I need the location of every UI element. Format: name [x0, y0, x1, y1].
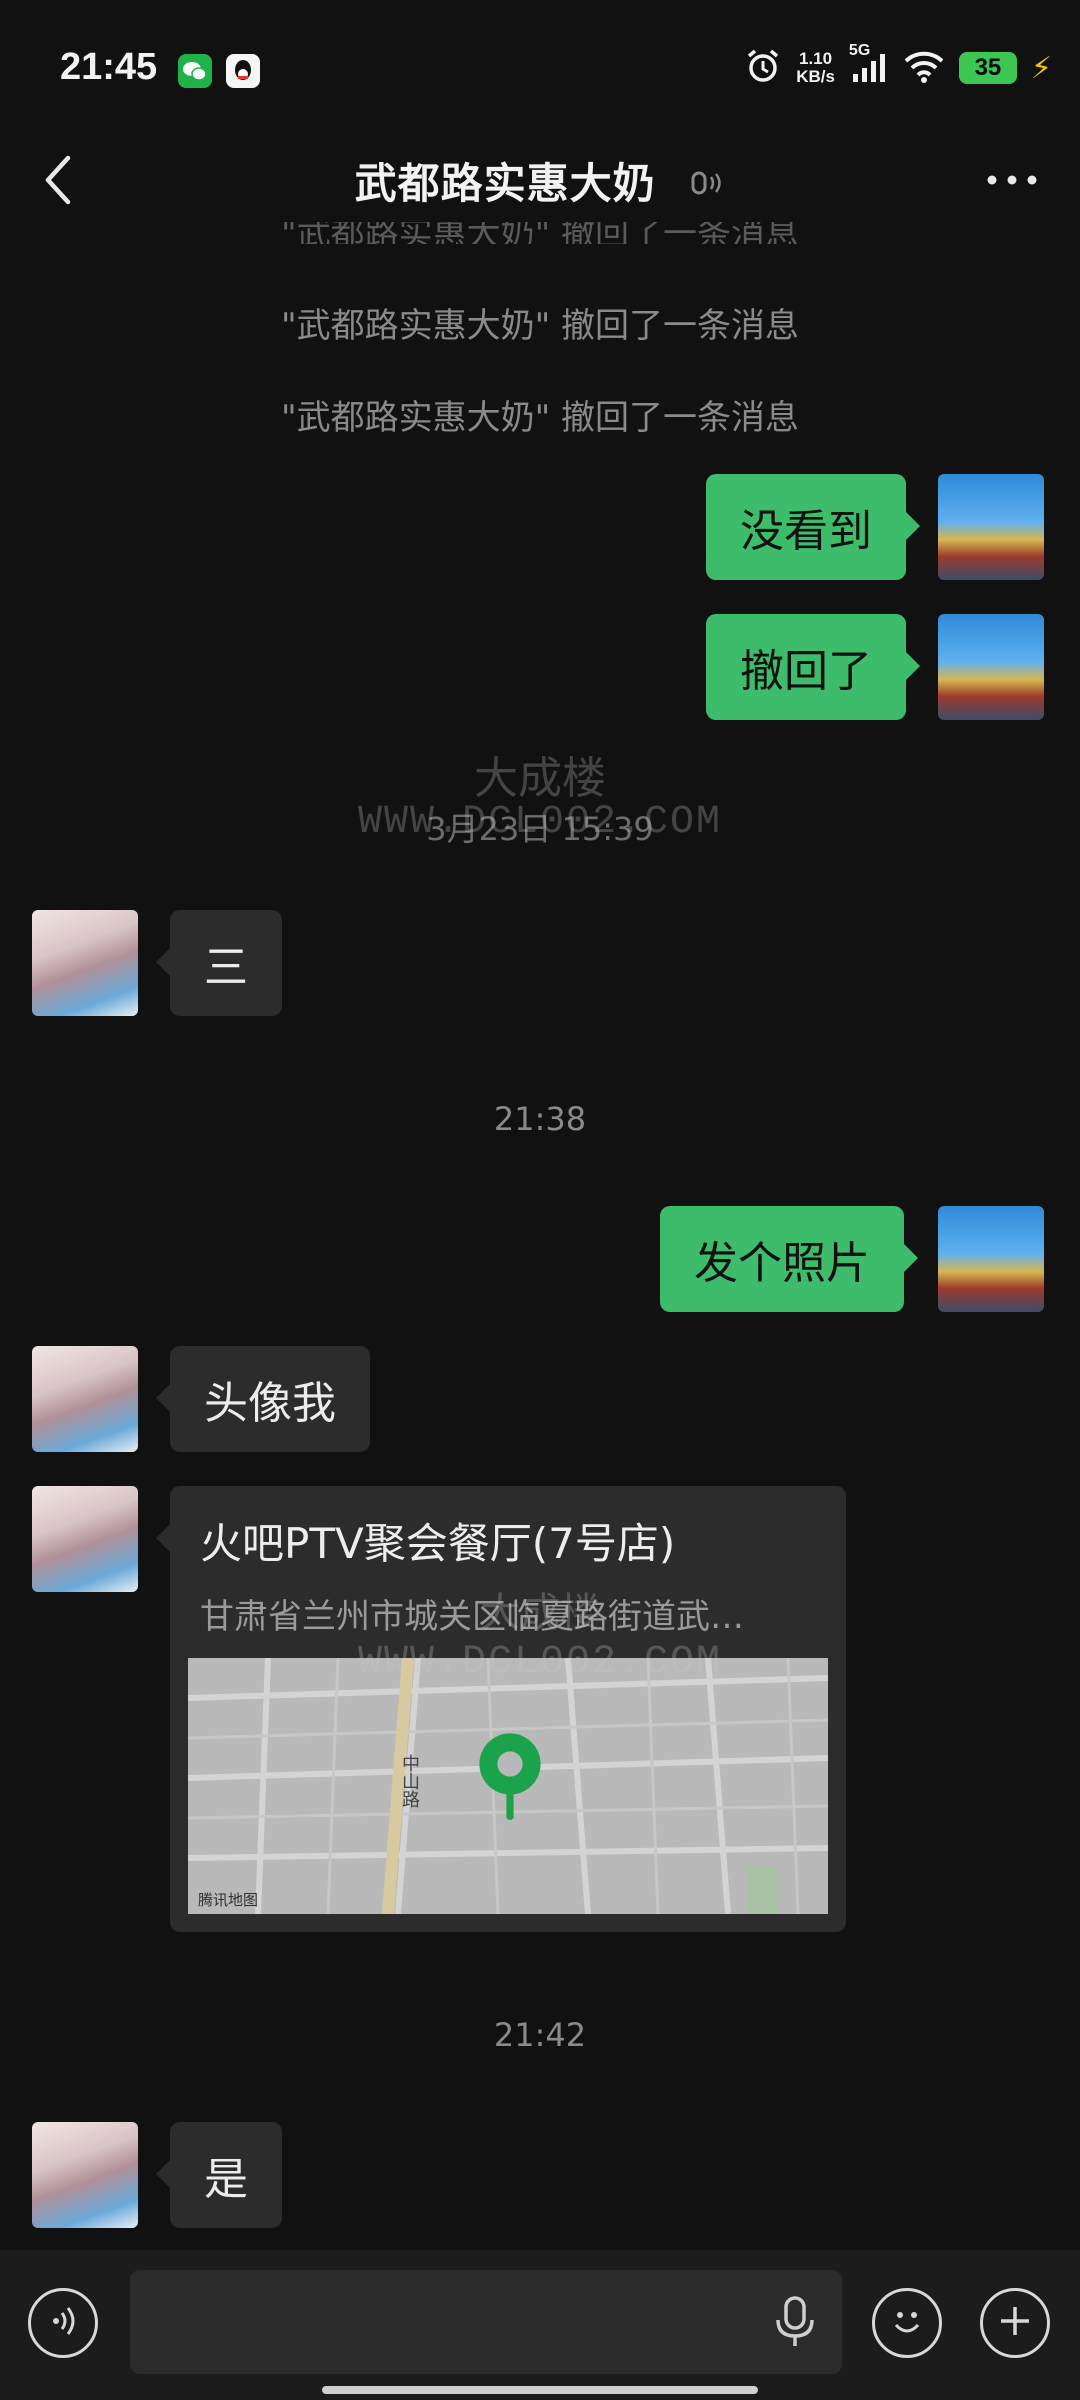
signal-icon: 5G	[849, 42, 889, 90]
watermark-url: WWW.DCL002.COM	[357, 1640, 723, 1685]
my-avatar[interactable]	[938, 1206, 1044, 1312]
received-message-bubble[interactable]: 是	[156, 2122, 282, 2228]
network-type: 5G	[848, 42, 871, 59]
message-text: 发个照片	[694, 1238, 870, 1289]
charging-bolt-icon: ⚡	[1030, 50, 1052, 86]
network-speed-value: 1.10	[799, 49, 833, 68]
message-text: 三	[204, 942, 248, 993]
contact-avatar[interactable]	[32, 1486, 138, 1592]
microphone-button[interactable]	[772, 2294, 818, 2350]
map-graphic	[188, 1658, 828, 1914]
location-map-preview[interactable]: 中山路 腾讯地图	[188, 1658, 828, 1914]
wechat-notification-icon	[178, 54, 212, 88]
emoji-button[interactable]	[872, 2288, 942, 2358]
status-indicators: 1.10 KB/s 5G 35 ⚡	[744, 42, 1052, 90]
voice-mode-icon	[43, 2301, 83, 2345]
more-dots-icon	[982, 175, 1042, 204]
received-message-bubble[interactable]: 头像我	[156, 1346, 370, 1452]
map-street-label: 中山路	[399, 1754, 420, 1808]
battery-indicator: 35	[958, 52, 1017, 84]
watermark-url: WWW.DCL002.COM	[357, 800, 723, 845]
more-options-button[interactable]	[982, 160, 1042, 200]
watermark-text: 大成楼	[480, 1590, 600, 1636]
plus-icon	[995, 2301, 1035, 2345]
contact-avatar[interactable]	[32, 2122, 138, 2228]
location-name: 火吧PTV聚会餐厅(7号店)	[200, 1519, 676, 1568]
watermark-text: 大成楼	[474, 753, 606, 804]
my-avatar[interactable]	[938, 614, 1044, 720]
speaker-muted-icon	[689, 162, 725, 211]
message-text: 撤回了	[740, 646, 872, 697]
network-speed: 1.10 KB/s	[796, 50, 835, 86]
more-functions-button[interactable]	[980, 2288, 1050, 2358]
received-message-bubble[interactable]: 三	[156, 910, 282, 1016]
qq-notification-icon	[226, 54, 260, 88]
status-time: 21:45	[60, 46, 158, 88]
message-text: 头像我	[204, 1378, 336, 1429]
sent-message-bubble[interactable]: 发个照片	[660, 1206, 918, 1312]
chat-title-text: 武都路实惠大奶	[354, 159, 656, 208]
message-text: 是	[204, 2154, 248, 2205]
timestamp: 21:38	[493, 1100, 587, 1138]
my-avatar[interactable]	[938, 474, 1044, 580]
alarm-icon	[744, 47, 782, 89]
recall-notice-partial: "武都路实惠大奶" 撤回了一条消息	[280, 222, 800, 244]
microphone-icon	[772, 2296, 818, 2354]
message-text: 没看到	[740, 506, 872, 557]
contact-avatar[interactable]	[32, 910, 138, 1016]
recall-notice: "武都路实惠大奶" 撤回了一条消息	[280, 306, 800, 346]
map-credit: 腾讯地图	[198, 1891, 259, 1909]
voice-mode-button[interactable]	[28, 2288, 98, 2358]
sent-message-bubble[interactable]: 没看到	[706, 474, 920, 580]
location-message-card[interactable]: 火吧PTV聚会餐厅(7号店) 甘肃省兰州市城关区临夏路街道武… 中山路 腾讯地图	[156, 1486, 846, 1932]
wifi-icon	[903, 47, 945, 89]
sent-message-bubble[interactable]: 撤回了	[706, 614, 920, 720]
emoji-icon	[885, 2299, 929, 2347]
recall-notice: "武都路实惠大奶" 撤回了一条消息	[280, 398, 800, 438]
timestamp: 21:42	[493, 2016, 587, 2054]
home-indicator[interactable]	[322, 2386, 758, 2394]
network-speed-unit: KB/s	[796, 67, 835, 86]
message-input[interactable]	[130, 2270, 842, 2374]
chat-title: 武都路实惠大奶	[0, 150, 1080, 211]
contact-avatar[interactable]	[32, 1346, 138, 1452]
